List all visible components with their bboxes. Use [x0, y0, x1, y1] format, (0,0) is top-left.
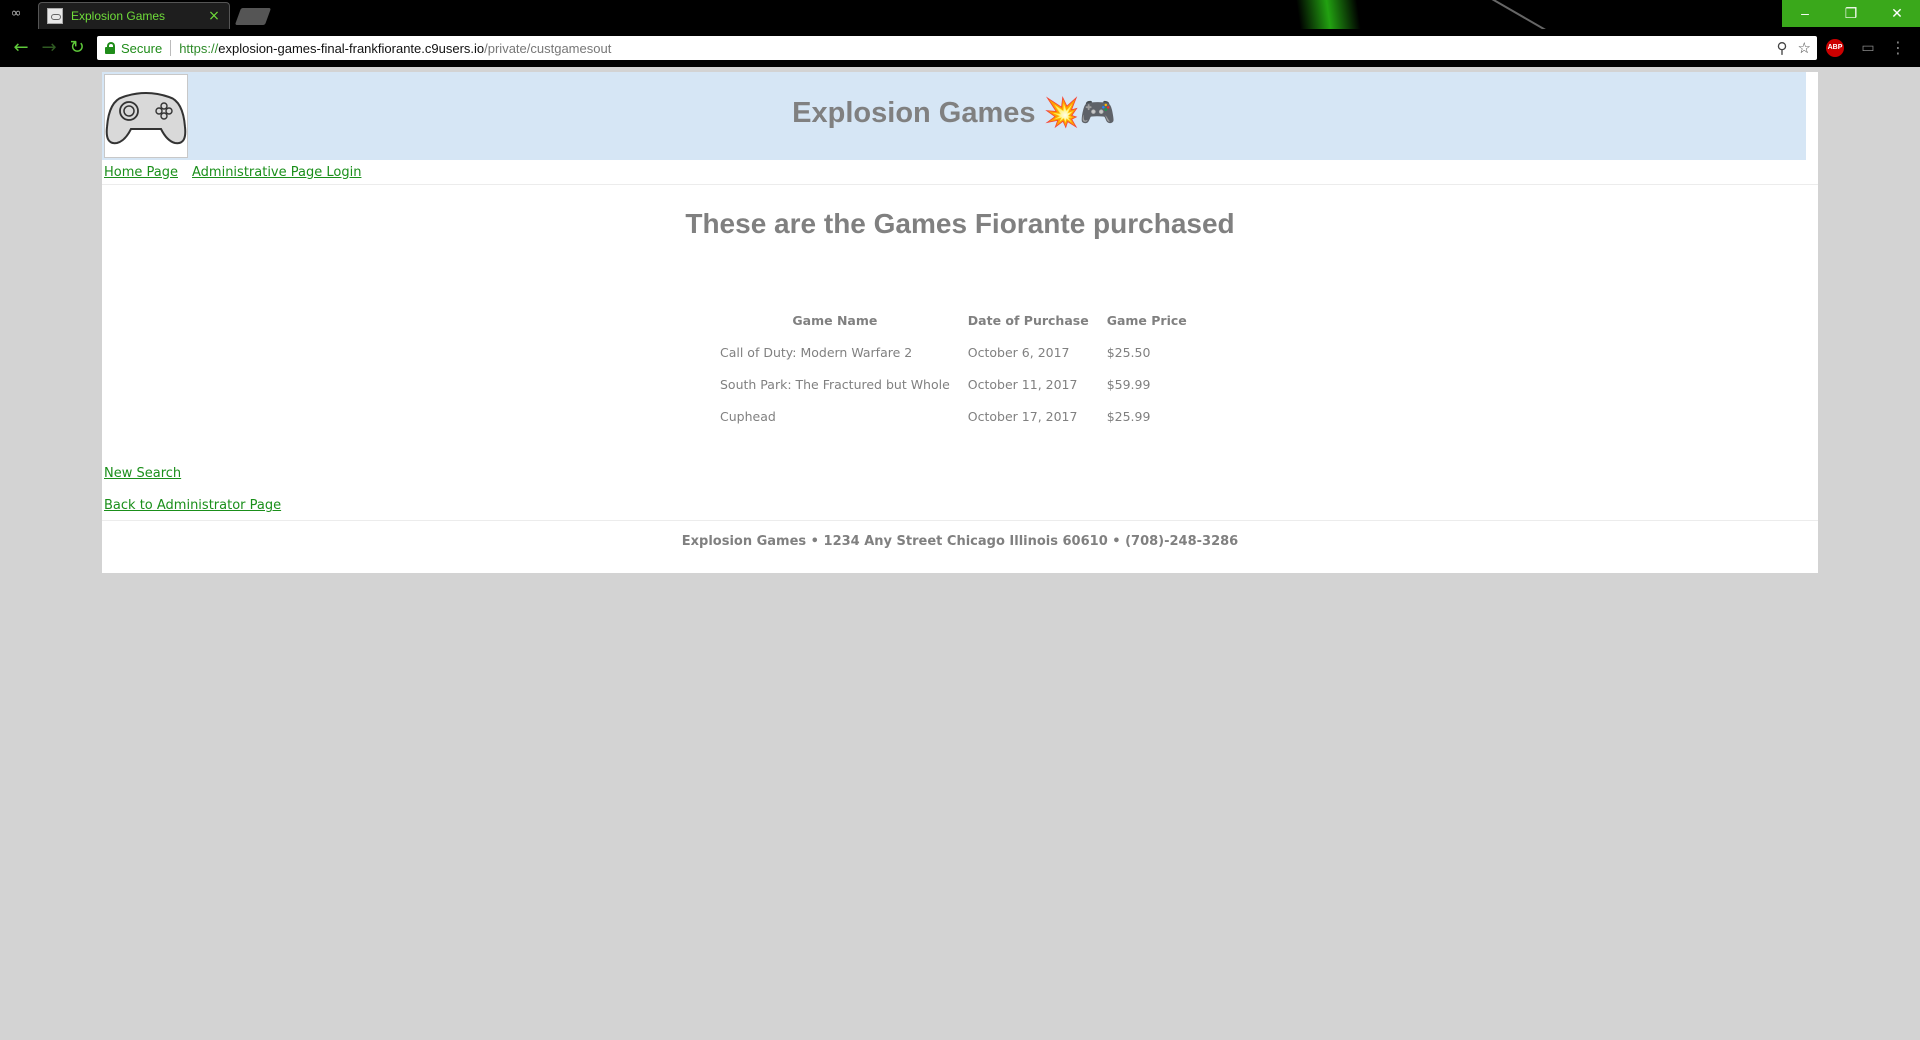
- window-close-button[interactable]: ✕: [1874, 0, 1920, 27]
- page-content: Explosion Games 💥🎮 Home Page Administrat…: [102, 72, 1818, 573]
- incognito-icon: ∞: [10, 6, 22, 21]
- omnibox-separator: [170, 40, 172, 56]
- lock-icon[interactable]: [105, 42, 115, 54]
- adblock-extension-icon[interactable]: ABP: [1826, 39, 1844, 57]
- url-scheme: https://: [179, 40, 219, 56]
- browser-toolbar: ← → ↻ Secure https://explosion-games-fin…: [0, 29, 1920, 67]
- column-header-price: Game Price: [1106, 312, 1187, 328]
- window-maximize-button[interactable]: ❐: [1828, 0, 1874, 27]
- table-row: South Park: The Fractured but Whole Octo…: [711, 368, 1196, 400]
- cast-icon[interactable]: ▭: [1857, 37, 1879, 59]
- url-host: explosion-games-final-frankfiorante.c9us…: [218, 40, 485, 56]
- purchase-date-cell: October 6, 2017: [967, 344, 1070, 360]
- game-name-cell: Call of Duty: Modern Warfare 2: [720, 344, 913, 360]
- bookmark-star-icon[interactable]: ☆: [1798, 39, 1811, 57]
- price-cell: $25.50: [1106, 344, 1151, 360]
- browser-tab[interactable]: Explosion Games ×: [38, 2, 230, 29]
- site-nav: Home Page Administrative Page Login: [104, 160, 361, 184]
- site-title: Explosion Games 💥🎮: [792, 97, 1116, 129]
- zoom-icon[interactable]: ⚲: [1777, 39, 1788, 57]
- tab-title: Explosion Games: [71, 9, 166, 23]
- new-tab-button[interactable]: [234, 8, 272, 25]
- column-header-game-name: Game Name: [792, 312, 878, 328]
- site-header: Explosion Games 💥🎮: [102, 72, 1806, 160]
- footer-divider: [102, 520, 1818, 521]
- page-favicon-icon: [47, 8, 63, 24]
- back-arrow-icon[interactable]: ←: [9, 36, 33, 60]
- back-to-admin-link[interactable]: Back to Administrator Page: [104, 498, 281, 513]
- page-heading: These are the Games Fiorante purchased: [685, 208, 1235, 239]
- price-cell: $59.99: [1106, 376, 1151, 392]
- price-cell: $25.99: [1106, 408, 1151, 424]
- home-page-link[interactable]: Home Page: [104, 165, 178, 180]
- reload-icon[interactable]: ↻: [65, 36, 89, 60]
- table-header-row: Game Name Date of Purchase Game Price: [711, 304, 1196, 336]
- table-row: Call of Duty: Modern Warfare 2 October 6…: [711, 336, 1196, 368]
- theme-decoration: [1475, 0, 1547, 29]
- purchase-date-cell: October 11, 2017: [967, 376, 1078, 392]
- url-path: /private/custgamesout: [484, 40, 612, 56]
- game-name-cell: South Park: The Fractured but Whole: [720, 376, 950, 392]
- forward-arrow-icon[interactable]: →: [37, 36, 61, 60]
- window-minimize-button[interactable]: –: [1782, 0, 1828, 27]
- game-name-cell: Cuphead: [720, 408, 776, 424]
- column-header-date: Date of Purchase: [967, 312, 1089, 328]
- site-footer: Explosion Games • 1234 Any Street Chicag…: [681, 534, 1239, 549]
- nav-divider: [102, 184, 1818, 185]
- browser-menu-icon[interactable]: ⋮: [1888, 37, 1908, 59]
- theme-decoration: [1294, 0, 1366, 29]
- purchases-table: Game Name Date of Purchase Game Price Ca…: [711, 304, 1196, 432]
- address-bar[interactable]: Secure https://explosion-games-final-fra…: [97, 36, 1817, 60]
- secure-label[interactable]: Secure: [121, 41, 162, 56]
- new-search-link[interactable]: New Search: [104, 466, 181, 481]
- purchase-date-cell: October 17, 2017: [967, 408, 1078, 424]
- tab-close-icon[interactable]: ×: [207, 9, 221, 23]
- omnibox-actions: ⚲ ☆: [1777, 36, 1811, 60]
- admin-login-link[interactable]: Administrative Page Login: [192, 165, 361, 180]
- table-row: Cuphead October 17, 2017 $25.99: [711, 400, 1196, 432]
- browser-titlebar: ∞ Explosion Games × – ❐ ✕: [0, 0, 1920, 29]
